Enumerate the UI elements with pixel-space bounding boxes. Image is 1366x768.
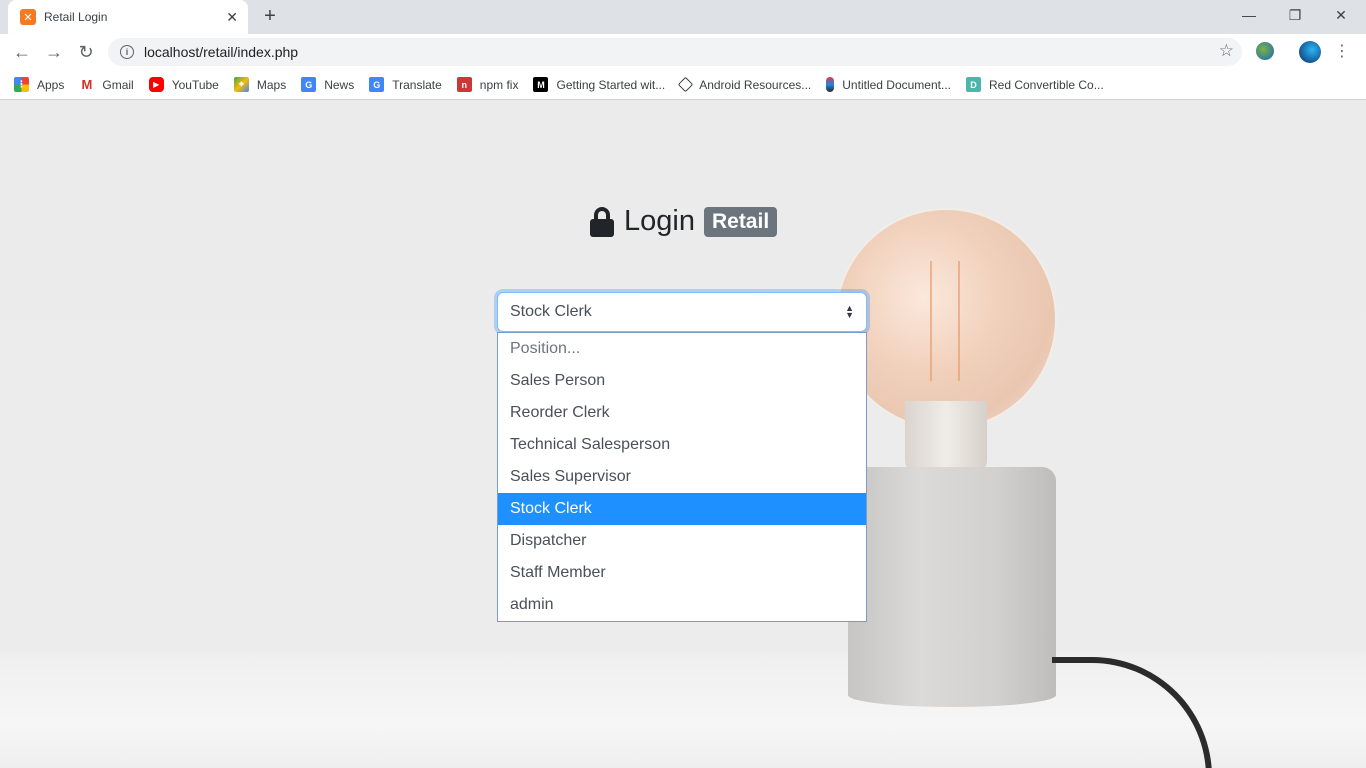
bookmark-untitled-document[interactable]: Untitled Document...	[826, 77, 951, 92]
bookmark-label: Untitled Document...	[842, 77, 951, 92]
option-position-placeholder[interactable]: Position...	[498, 333, 866, 365]
position-select-value: Stock Clerk	[510, 303, 592, 320]
bookmark-translate[interactable]: G Translate	[369, 77, 442, 92]
bookmark-label: News	[324, 77, 355, 92]
browser-menu-icon[interactable]: ⋮	[1334, 40, 1350, 64]
back-button[interactable]: ←	[10, 40, 34, 64]
login-title: Login	[624, 205, 695, 237]
address-bar[interactable]: i localhost/retail/index.php ☆	[108, 38, 1242, 66]
bookmark-label: Red Convertible Co...	[988, 77, 1104, 92]
bookmark-label: npm fix	[479, 77, 519, 92]
forward-button[interactable]: →	[42, 40, 66, 64]
bulb-socket	[905, 401, 987, 471]
news-icon: G	[301, 77, 317, 92]
bulb-filament	[930, 261, 960, 381]
tab-close-icon[interactable]: ✕	[226, 9, 238, 26]
bookmark-label: Getting Started wit...	[556, 77, 666, 92]
profile-avatar[interactable]	[1299, 41, 1321, 63]
npm-icon: n	[456, 77, 472, 92]
extension-icon[interactable]	[1256, 42, 1274, 60]
new-tab-button[interactable]: +	[260, 6, 280, 26]
login-heading: Login Retail	[590, 205, 778, 238]
bookmark-npm-fix[interactable]: n npm fix	[456, 77, 519, 92]
bookmark-label: Android Resources...	[699, 77, 812, 92]
gmail-icon: M	[79, 77, 95, 92]
maps-icon: ⌖	[233, 77, 249, 92]
browser-toolbar: ← → ↻ i localhost/retail/index.php ☆ ⋮	[0, 34, 1366, 70]
bookmark-label: Translate	[392, 77, 442, 92]
retail-badge: Retail	[703, 206, 778, 237]
bookmark-red-convertible[interactable]: D Red Convertible Co...	[965, 77, 1104, 92]
bookmark-label: Maps	[256, 77, 287, 92]
bookmark-apps[interactable]: ⋮ Apps	[14, 77, 64, 92]
option-staff-member[interactable]: Staff Member	[498, 557, 866, 589]
lock-icon	[590, 206, 614, 237]
doc-d-icon: D	[965, 77, 981, 92]
medium-icon: M	[533, 77, 549, 92]
tab-title: Retail Login	[44, 10, 108, 24]
browser-tab[interactable]: ✕ Retail Login ✕	[8, 0, 248, 34]
bookmark-label: Gmail	[102, 77, 134, 92]
login-page: Login Retail Stock Clerk ▲ ▼ Position... …	[0, 101, 1366, 768]
bookmarks-bar: ⋮ Apps M Gmail ▶ YouTube ⌖ Maps G News G…	[0, 70, 1366, 100]
android-icon	[677, 76, 694, 93]
reload-button[interactable]: ↻	[74, 40, 98, 64]
bookmark-maps[interactable]: ⌖ Maps	[233, 77, 287, 92]
lamp-base-image	[848, 467, 1056, 707]
select-caret-icon: ▲ ▼	[845, 303, 854, 320]
bookmark-getting-started[interactable]: M Getting Started wit...	[533, 77, 665, 92]
bookmark-star-icon[interactable]: ☆	[1219, 41, 1234, 61]
document-icon	[826, 77, 835, 92]
bookmark-label: YouTube	[171, 77, 219, 92]
option-sales-supervisor[interactable]: Sales Supervisor	[498, 461, 866, 493]
option-reorder-clerk[interactable]: Reorder Clerk	[498, 397, 866, 429]
address-text: localhost/retail/index.php	[144, 44, 299, 60]
bookmark-label: Apps	[37, 77, 65, 92]
option-dispatcher[interactable]: Dispatcher	[498, 525, 866, 557]
bookmark-news[interactable]: G News	[301, 77, 354, 92]
info-icon[interactable]: i	[120, 45, 134, 59]
tab-strip: ✕ Retail Login ✕ + — ❐ ✕	[0, 0, 1366, 34]
restore-button[interactable]: ❐	[1272, 4, 1318, 26]
bookmark-youtube[interactable]: ▶ YouTube	[148, 77, 219, 92]
option-technical-salesperson[interactable]: Technical Salesperson	[498, 429, 866, 461]
option-stock-clerk[interactable]: Stock Clerk	[498, 493, 866, 525]
close-window-button[interactable]: ✕	[1318, 4, 1364, 26]
xampp-icon: ✕	[20, 9, 36, 25]
position-select[interactable]: Stock Clerk ▲ ▼	[497, 292, 867, 332]
bookmark-android-resources[interactable]: Android Resources...	[677, 76, 812, 93]
bookmark-gmail[interactable]: M Gmail	[79, 77, 134, 92]
youtube-icon: ▶	[148, 77, 164, 92]
apps-grid-icon: ⋮	[14, 77, 29, 92]
minimize-button[interactable]: —	[1226, 4, 1272, 26]
translate-icon: G	[369, 77, 385, 92]
position-dropdown-list: Position... Sales Person Reorder Clerk T…	[497, 332, 867, 622]
option-sales-person[interactable]: Sales Person	[498, 365, 866, 397]
option-admin[interactable]: admin	[498, 589, 866, 621]
